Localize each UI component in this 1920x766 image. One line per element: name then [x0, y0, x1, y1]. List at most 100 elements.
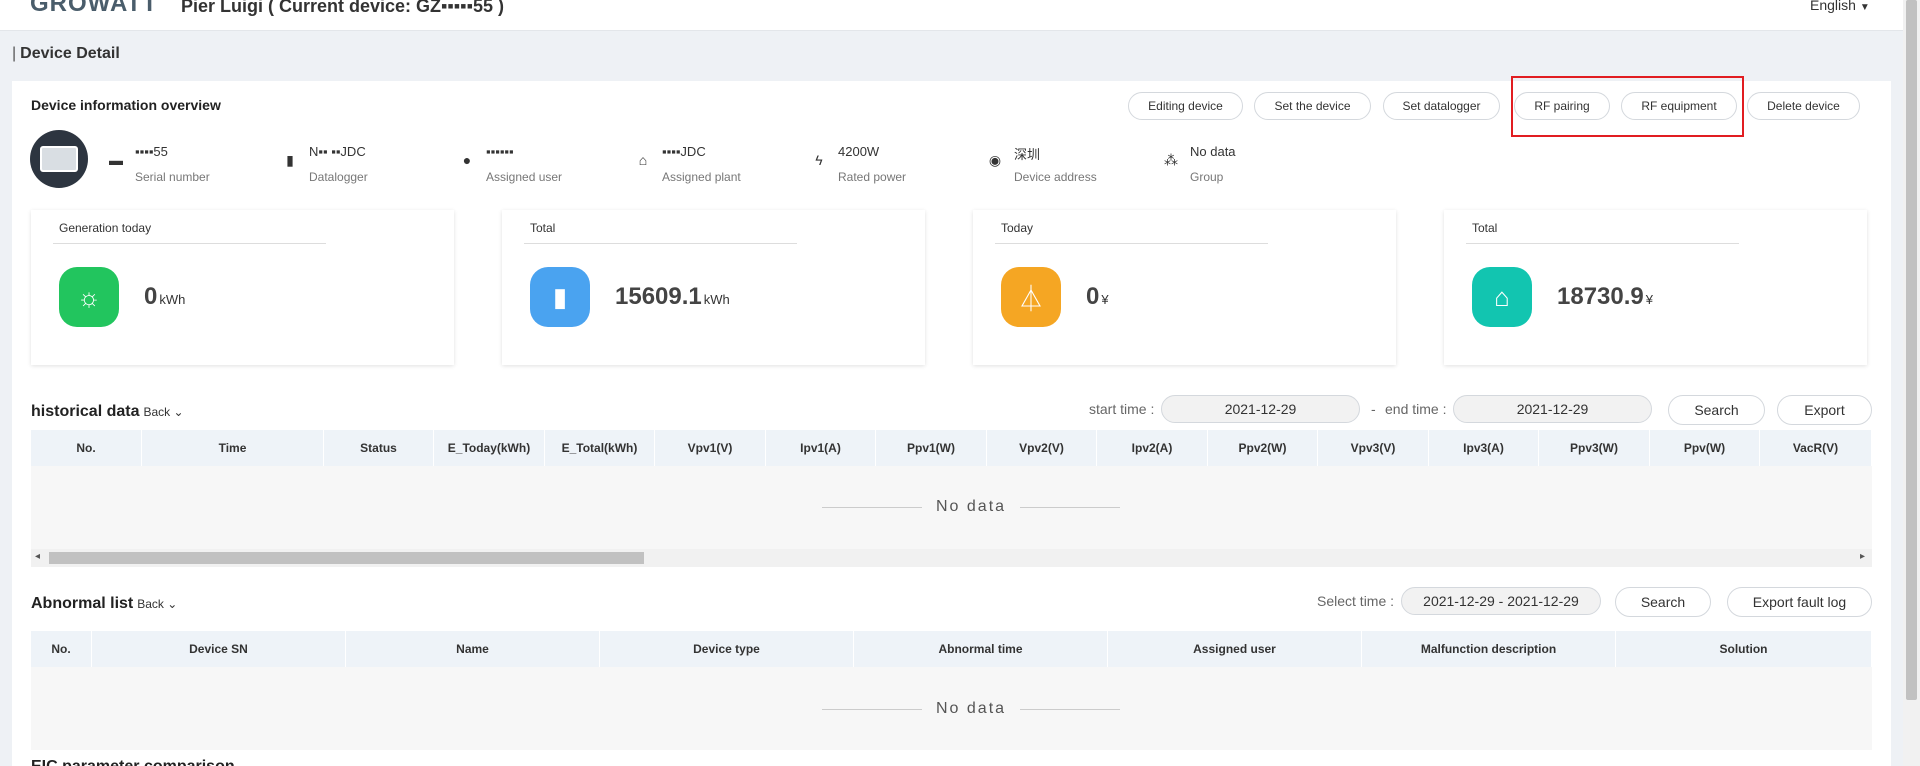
- stat-unit: ¥: [1101, 292, 1109, 307]
- col-ipv3[interactable]: Ipv3(A): [1429, 430, 1539, 466]
- stat-card-generation-today: Generation today ☼ 0 kWh: [31, 210, 454, 365]
- col-e-today[interactable]: E_Today(kWh): [434, 430, 545, 466]
- col-ipv1[interactable]: Ipv1(A): [766, 430, 876, 466]
- stat-value: 0 ¥: [1086, 283, 1109, 311]
- delete-device-button[interactable]: Delete device: [1747, 92, 1860, 120]
- col-ppv2[interactable]: Ppv2(W): [1208, 430, 1318, 466]
- start-time-label: start time :: [1089, 401, 1155, 417]
- stat-unit: kWh: [703, 292, 730, 307]
- historical-search-button[interactable]: Search: [1668, 395, 1765, 425]
- stat-label: Total: [1472, 221, 1498, 235]
- end-time-label: end time :: [1385, 401, 1447, 417]
- export-fault-log-button[interactable]: Export fault log: [1727, 587, 1872, 617]
- col-device-type[interactable]: Device type: [600, 631, 854, 667]
- stat-label: Generation today: [59, 221, 152, 235]
- title-divider: |: [12, 45, 17, 62]
- col-malfunction-description[interactable]: Malfunction description: [1362, 631, 1616, 667]
- home-icon: ⌂: [638, 152, 648, 168]
- stat-number: 18730.9: [1557, 283, 1644, 310]
- back-label: Back: [137, 597, 164, 611]
- stat-number: 15609.1: [615, 283, 702, 310]
- serial-number-value: ▪▪▪▪55: [135, 144, 168, 159]
- scroll-left-icon[interactable]: ◂: [35, 551, 40, 562]
- col-ppv[interactable]: Ppv(W): [1650, 430, 1760, 466]
- col-device-sn[interactable]: Device SN: [92, 631, 346, 667]
- stat-card-today-revenue: Today ⏃ 0 ¥: [973, 210, 1396, 365]
- location-icon: ◉: [988, 152, 1002, 168]
- eic-title: EIC parameter comparison: [31, 758, 235, 766]
- stat-value: 15609.1 kWh: [615, 283, 730, 311]
- caret-down-icon: ▼: [1859, 2, 1870, 13]
- no-data-text: No data: [936, 700, 1007, 717]
- datalogger-value[interactable]: N▪▪ ▪▪JDC: [309, 144, 366, 159]
- page-scroll-thumb[interactable]: [1906, 0, 1917, 700]
- col-e-total[interactable]: E_Total(kWh): [545, 430, 655, 466]
- select-time-input[interactable]: 2021-12-29 - 2021-12-29: [1401, 587, 1601, 615]
- time-separator: -: [1371, 401, 1376, 417]
- end-time-input[interactable]: 2021-12-29: [1453, 395, 1652, 423]
- abnormal-empty-state: No data: [808, 700, 1134, 718]
- stat-card-total-revenue: Total ⌂ 18730.9 ¥: [1444, 210, 1867, 365]
- page-title-text: Device Detail: [20, 45, 120, 62]
- current-device-title: Pier Luigi ( Current device: GZ▪▪▪▪▪55 ): [181, 0, 504, 16]
- stat-value: 0 kWh: [144, 283, 185, 311]
- stat-value: 18730.9 ¥: [1557, 283, 1653, 311]
- back-label: Back: [143, 405, 171, 419]
- col-no[interactable]: No.: [31, 430, 142, 466]
- divider-line: [1020, 506, 1121, 508]
- divider-line: [1020, 708, 1121, 710]
- divider-line: [822, 506, 922, 508]
- col-ppv3[interactable]: Ppv3(W): [1539, 430, 1650, 466]
- rf-highlight-box: [1511, 76, 1744, 137]
- start-time-input[interactable]: 2021-12-29: [1161, 395, 1360, 423]
- set-datalogger-button[interactable]: Set datalogger: [1383, 92, 1500, 120]
- historical-empty-state: No data: [808, 498, 1134, 516]
- stat-number: 0: [1086, 283, 1100, 310]
- stat-number: 0: [144, 283, 158, 310]
- historical-export-button[interactable]: Export: [1777, 395, 1872, 425]
- stat-divider: [1466, 243, 1739, 244]
- historical-horizontal-scrollbar[interactable]: ◂ ▸: [31, 549, 1872, 567]
- abnormal-back-link[interactable]: Back ⌄: [137, 597, 177, 611]
- assigned-plant-label: Assigned plant: [662, 170, 741, 184]
- col-no[interactable]: No.: [31, 631, 92, 667]
- historical-back-link[interactable]: Back ⌄: [143, 405, 183, 419]
- stat-card-total-energy: Total ▮ 15609.1 kWh: [502, 210, 925, 365]
- col-assigned-user[interactable]: Assigned user: [1108, 631, 1362, 667]
- scroll-thumb[interactable]: [49, 552, 644, 564]
- assigned-user-value: ▪▪▪▪▪▪: [486, 144, 514, 159]
- scroll-right-icon[interactable]: ▸: [1860, 551, 1865, 562]
- col-name[interactable]: Name: [346, 631, 600, 667]
- rated-power-value: 4200W: [838, 144, 880, 159]
- assigned-user-label: Assigned user: [486, 170, 563, 184]
- stat-divider: [995, 243, 1268, 244]
- col-time[interactable]: Time: [142, 430, 324, 466]
- col-vpv2[interactable]: Vpv2(V): [987, 430, 1097, 466]
- house-icon: ⌂: [1472, 267, 1532, 327]
- language-selector[interactable]: English ▼: [1810, 0, 1870, 13]
- stat-unit: ¥: [1645, 292, 1653, 307]
- stat-divider: [524, 243, 797, 244]
- abnormal-search-button[interactable]: Search: [1615, 587, 1711, 617]
- col-vpv3[interactable]: Vpv3(V): [1318, 430, 1429, 466]
- group-value: No data: [1190, 144, 1236, 159]
- col-status[interactable]: Status: [324, 430, 434, 466]
- historical-title: historical data Back ⌄: [31, 403, 184, 421]
- device-address-value: 深圳: [1014, 147, 1041, 162]
- no-data-text: No data: [936, 498, 1007, 515]
- user-icon: ●: [462, 152, 472, 168]
- stat-label: Total: [530, 221, 556, 235]
- col-solution[interactable]: Solution: [1616, 631, 1872, 667]
- set-device-button[interactable]: Set the device: [1254, 92, 1371, 120]
- col-vacr[interactable]: VacR(V): [1760, 430, 1872, 466]
- abnormal-table-header: No. Device SN Name Device type Abnormal …: [31, 631, 1872, 667]
- editing-device-button[interactable]: Editing device: [1128, 92, 1243, 120]
- col-ppv1[interactable]: Ppv1(W): [876, 430, 987, 466]
- stat-divider: [53, 243, 326, 244]
- col-vpv1[interactable]: Vpv1(V): [655, 430, 766, 466]
- serial-number-label: Serial number: [135, 170, 210, 184]
- col-abnormal-time[interactable]: Abnormal time: [854, 631, 1108, 667]
- growatt-logo[interactable]: GROWATT: [30, 0, 158, 18]
- battery-icon: ▮: [530, 267, 590, 327]
- col-ipv2[interactable]: Ipv2(A): [1097, 430, 1208, 466]
